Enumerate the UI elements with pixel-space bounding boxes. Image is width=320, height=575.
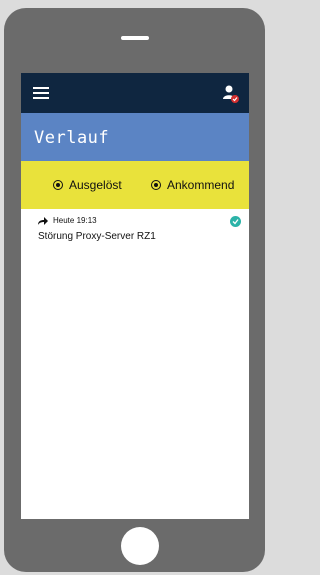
filter-ausgeloest-radio[interactable]: Ausgelöst xyxy=(53,178,122,192)
item-title: Störung Proxy-Server RZ1 xyxy=(38,231,156,242)
forward-arrow-icon xyxy=(38,216,48,225)
page-title: Verlauf xyxy=(34,128,110,148)
history-list-item[interactable]: Heute 19:13 Störung Proxy-Server RZ1 xyxy=(21,209,249,245)
home-button[interactable] xyxy=(121,527,159,565)
check-icon xyxy=(230,216,241,227)
phone-speaker xyxy=(121,36,149,40)
filter-label: Ankommend xyxy=(167,178,235,192)
phone-frame: Verlauf Ausgelöst Ankommend Heute 19:13 … xyxy=(4,8,265,572)
item-time: Heute 19:13 xyxy=(53,216,97,225)
app-screen: Verlauf Ausgelöst Ankommend Heute 19:13 … xyxy=(21,73,249,519)
item-meta: Heute 19:13 xyxy=(38,216,97,225)
page-title-bar: Verlauf xyxy=(21,113,249,161)
radio-selected-icon xyxy=(53,180,63,190)
radio-selected-icon xyxy=(151,180,161,190)
hamburger-menu-icon[interactable] xyxy=(33,87,49,99)
top-navigation-bar xyxy=(21,73,249,113)
filter-ankommend-radio[interactable]: Ankommend xyxy=(151,178,234,192)
user-profile-icon[interactable] xyxy=(222,84,240,104)
filter-bar: Ausgelöst Ankommend xyxy=(21,161,249,209)
filter-label: Ausgelöst xyxy=(69,178,122,192)
